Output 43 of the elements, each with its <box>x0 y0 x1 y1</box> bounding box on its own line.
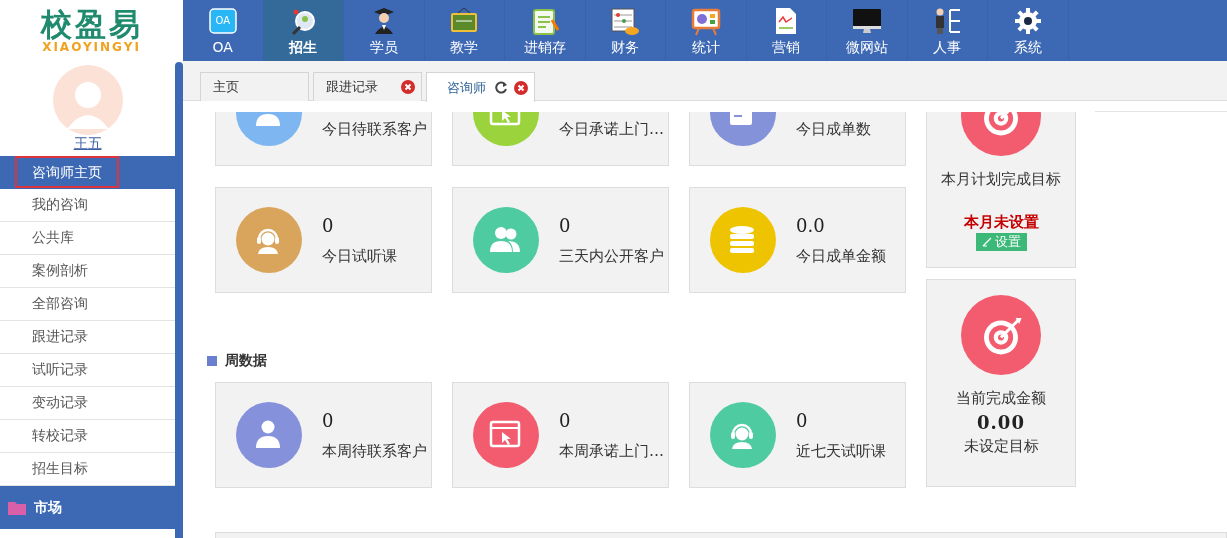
abacus-icon <box>610 6 641 36</box>
avatar-icon <box>52 65 123 135</box>
goal-title: 本月计划完成目标 <box>941 170 1061 189</box>
folder-icon <box>8 500 26 515</box>
stat-label: 今日成单数 <box>796 120 871 139</box>
scrollbar[interactable] <box>175 62 183 538</box>
sidebar-section[interactable]: 市场 <box>0 486 175 529</box>
stat-label: 本周待联系客户 <box>322 442 427 461</box>
close-icon[interactable] <box>401 80 415 94</box>
easel-icon <box>690 6 721 36</box>
user-name-link[interactable]: 王五 <box>73 135 102 151</box>
settings-icon <box>1012 6 1043 36</box>
page-tab[interactable]: 主页 <box>200 72 309 101</box>
section-title: 周数据 <box>225 352 267 370</box>
page-tab[interactable]: 咨询师 <box>426 72 535 102</box>
goal-title: 当前完成金额 <box>956 389 1046 408</box>
page-tab[interactable]: 跟进记录 <box>313 72 422 101</box>
refresh-icon[interactable] <box>495 81 508 94</box>
monitor-icon <box>851 6 882 36</box>
stat-label: 今日待联系客户 <box>322 120 427 139</box>
stat-value: 0 <box>322 214 335 238</box>
logo-subtitle: XIAOYINGYI <box>42 39 141 54</box>
pencil-icon <box>981 237 992 247</box>
logo-title: 校盈易 <box>40 7 143 40</box>
stat-value: 0 <box>322 409 335 433</box>
stat-label: 三天内公开客户 <box>559 247 664 266</box>
sidebar-item[interactable]: 咨询师主页 <box>0 156 175 189</box>
stat-label: 本周承诺上门… <box>559 442 664 461</box>
stat-label: 今日承诺上门… <box>559 120 664 139</box>
oa-icon: OA <box>207 6 238 36</box>
section-marker <box>207 356 217 366</box>
stat-value: 0.0 <box>796 214 826 238</box>
stat-value: 0 <box>559 214 572 238</box>
stat-label: 今日成单金额 <box>796 247 886 266</box>
stat-value: 0 <box>559 409 572 433</box>
goal-status: 本月未设置 <box>963 213 1039 231</box>
stat-label: 近七天试听课 <box>796 442 886 461</box>
goal-amount: 0.00 <box>977 412 1025 433</box>
stat-label: 今日试听课 <box>322 247 397 266</box>
close-icon[interactable] <box>514 80 528 95</box>
goal-note: 未设定目标 <box>963 437 1039 456</box>
stat-value: 0 <box>796 409 809 433</box>
nav-tab[interactable]: 招生 <box>263 0 344 61</box>
